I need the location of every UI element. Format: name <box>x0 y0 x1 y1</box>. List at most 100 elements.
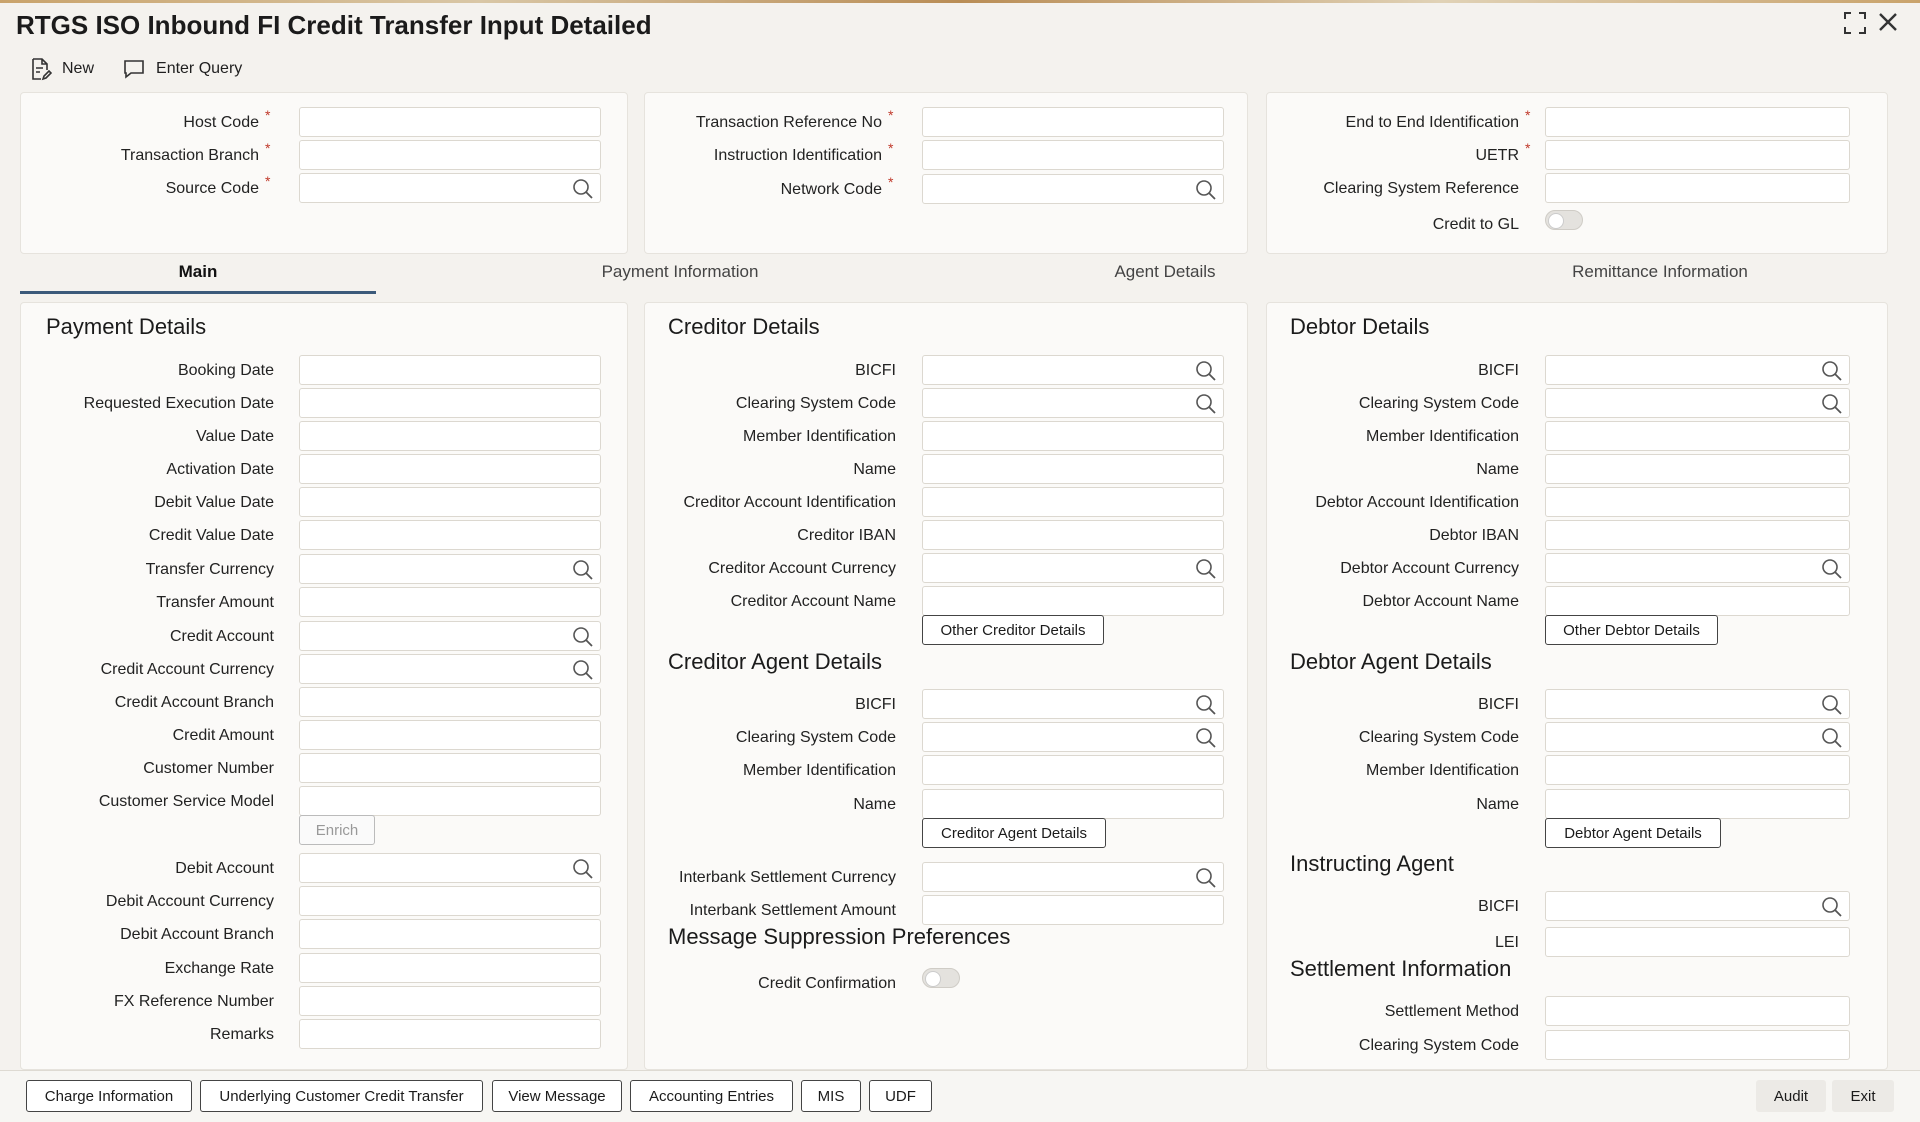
instructing-agent-bicfi-text[interactable] <box>1546 892 1849 920</box>
credit-confirmation-toggle[interactable] <box>922 968 960 988</box>
view-message-button[interactable]: View Message <box>492 1080 622 1112</box>
debtor-agent-name-label: Name <box>1476 796 1519 813</box>
debtor-agent-clearing-system-code-row: Clearing System Code <box>0 723 1519 753</box>
debtor-debtor-account-currency-input[interactable] <box>1545 553 1850 583</box>
instructing-agent-bicfi-input[interactable] <box>1545 891 1850 921</box>
search-icon[interactable] <box>1821 896 1843 923</box>
clearing-system-reference-text[interactable] <box>1546 174 1849 202</box>
udf-button[interactable]: UDF <box>869 1080 932 1112</box>
debtor-agent-name-text[interactable] <box>1546 790 1849 818</box>
debtor-agent-name-input[interactable] <box>1545 789 1850 819</box>
debtor-agent-member-identification-text[interactable] <box>1546 756 1849 784</box>
debtor-agent-member-identification-label: Member Identification <box>1366 762 1519 779</box>
debtor-clearing-system-code-input[interactable] <box>1545 388 1850 418</box>
search-icon[interactable] <box>1821 360 1843 387</box>
tab-agent-details[interactable]: Agent Details <box>940 258 1390 294</box>
debtor-name-text[interactable] <box>1546 455 1849 483</box>
clearing-system-reference-input[interactable] <box>1545 173 1850 203</box>
search-icon[interactable] <box>572 626 594 653</box>
debtor-member-identification-text[interactable] <box>1546 422 1849 450</box>
debtor-name-input[interactable] <box>1545 454 1850 484</box>
close-icon[interactable] <box>1876 10 1900 40</box>
pd-credit-account-label: Credit Account <box>169 628 274 645</box>
settlement-clearing-system-code-text[interactable] <box>1546 1031 1849 1059</box>
uetr-input[interactable] <box>1545 140 1850 170</box>
debtor-member-identification-input[interactable] <box>1545 421 1850 451</box>
interbank-settlement-currency-row: Interbank Settlement Currency <box>0 863 896 893</box>
search-icon[interactable] <box>1821 694 1843 721</box>
creditor-agent-details-button[interactable]: Creditor Agent Details <box>922 818 1106 848</box>
instructing-agent-lei-label: LEI <box>1494 934 1519 951</box>
tab-remittance-information[interactable]: Remittance Information <box>1440 258 1880 294</box>
debtor-debtor-iban-input[interactable] <box>1545 520 1850 550</box>
debtor-bicfi-text[interactable] <box>1546 356 1849 384</box>
audit-button[interactable]: Audit <box>1756 1080 1826 1112</box>
pd-credit-account-input[interactable] <box>299 621 601 651</box>
debtor-agent-bicfi-text[interactable] <box>1546 690 1849 718</box>
pd-credit-account-currency-text[interactable] <box>300 655 600 683</box>
enter-query-button[interactable]: Enter Query <box>122 57 242 81</box>
debtor-debtor-account-name-input[interactable] <box>1545 586 1850 616</box>
debtor-debtor-account-identification-row: Debtor Account Identification <box>0 488 1519 518</box>
debtor-agent-bicfi-input[interactable] <box>1545 689 1850 719</box>
debtor-debtor-account-identification-text[interactable] <box>1546 488 1849 516</box>
debtor-debtor-iban-text[interactable] <box>1546 521 1849 549</box>
uetr-label: UETR <box>1475 147 1519 164</box>
interbank-settlement-currency-text[interactable] <box>923 863 1223 891</box>
instructing-agent-lei-text[interactable] <box>1546 928 1849 956</box>
end-to-end-identification-input[interactable] <box>1545 107 1850 137</box>
clearing-system-reference-row: Clearing System Reference <box>0 174 1519 204</box>
pd-credit-account-text[interactable] <box>300 622 600 650</box>
debtor-agent-clearing-system-code-text[interactable] <box>1546 723 1849 751</box>
settlement-settlement-method-text[interactable] <box>1546 997 1849 1025</box>
credit-to-gl-toggle[interactable] <box>1545 210 1583 230</box>
credit-to-gl-label: Credit to GL <box>1432 216 1519 233</box>
interbank-settlement-currency-input[interactable] <box>922 862 1224 892</box>
exit-button[interactable]: Exit <box>1832 1080 1894 1112</box>
mis-button[interactable]: MIS <box>801 1080 861 1112</box>
required-mark: * <box>1525 140 1531 156</box>
other-creditor-details-button[interactable]: Other Creditor Details <box>922 615 1104 645</box>
end-to-end-identification-text[interactable] <box>1546 108 1849 136</box>
debtor-debtor-account-identification-input[interactable] <box>1545 487 1850 517</box>
new-button[interactable]: New <box>28 57 94 81</box>
end-to-end-identification-row: End to End Identification <box>0 108 1519 138</box>
underlying-customer-credit-transfer-button[interactable]: Underlying Customer Credit Transfer <box>200 1080 483 1112</box>
maximize-icon[interactable] <box>1842 10 1868 42</box>
debtor-agent-name-row: Name <box>0 790 1519 820</box>
enrich-button[interactable]: Enrich <box>299 815 375 845</box>
debtor-debtor-account-name-text[interactable] <box>1546 587 1849 615</box>
debtor-clearing-system-code-text[interactable] <box>1546 389 1849 417</box>
search-icon[interactable] <box>1821 558 1843 585</box>
instructing-agent-lei-input[interactable] <box>1545 927 1850 957</box>
charge-information-button[interactable]: Charge Information <box>26 1080 192 1112</box>
settlement-clearing-system-code-input[interactable] <box>1545 1030 1850 1060</box>
settlement-settlement-method-input[interactable] <box>1545 996 1850 1026</box>
payment-details-title: Payment Details <box>46 314 207 339</box>
debtor-debtor-iban-row: Debtor IBAN <box>0 521 1519 551</box>
search-icon[interactable] <box>1821 727 1843 754</box>
debtor-agent-details-button[interactable]: Debtor Agent Details <box>1545 818 1721 848</box>
accounting-entries-button[interactable]: Accounting Entries <box>630 1080 793 1112</box>
end-to-end-identification-label: End to End Identification <box>1345 114 1519 131</box>
search-icon[interactable] <box>1821 393 1843 420</box>
debtor-bicfi-input[interactable] <box>1545 355 1850 385</box>
debtor-member-identification-label: Member Identification <box>1366 428 1519 445</box>
debtor-agent-member-identification-input[interactable] <box>1545 755 1850 785</box>
tab-payment-information[interactable]: Payment Information <box>460 258 900 294</box>
required-mark: * <box>1525 107 1531 123</box>
debtor-bicfi-row: BICFI <box>0 356 1519 386</box>
pd-credit-account-currency-row: Credit Account Currency <box>0 655 274 685</box>
debtor-agent-clearing-system-code-input[interactable] <box>1545 722 1850 752</box>
instructing-agent-lei-row: LEI <box>0 928 1519 958</box>
search-icon[interactable] <box>1195 867 1217 894</box>
footer-bar: Charge Information Underlying Customer C… <box>0 1070 1920 1122</box>
other-debtor-details-button[interactable]: Other Debtor Details <box>1545 615 1718 645</box>
tab-main[interactable]: Main <box>20 258 376 294</box>
creditor-details-title: Creditor Details <box>668 314 820 339</box>
toolbar: New Enter Query <box>28 52 242 86</box>
search-icon[interactable] <box>572 659 594 686</box>
debtor-debtor-account-currency-text[interactable] <box>1546 554 1849 582</box>
uetr-text[interactable] <box>1546 141 1849 169</box>
pd-credit-account-currency-input[interactable] <box>299 654 601 684</box>
